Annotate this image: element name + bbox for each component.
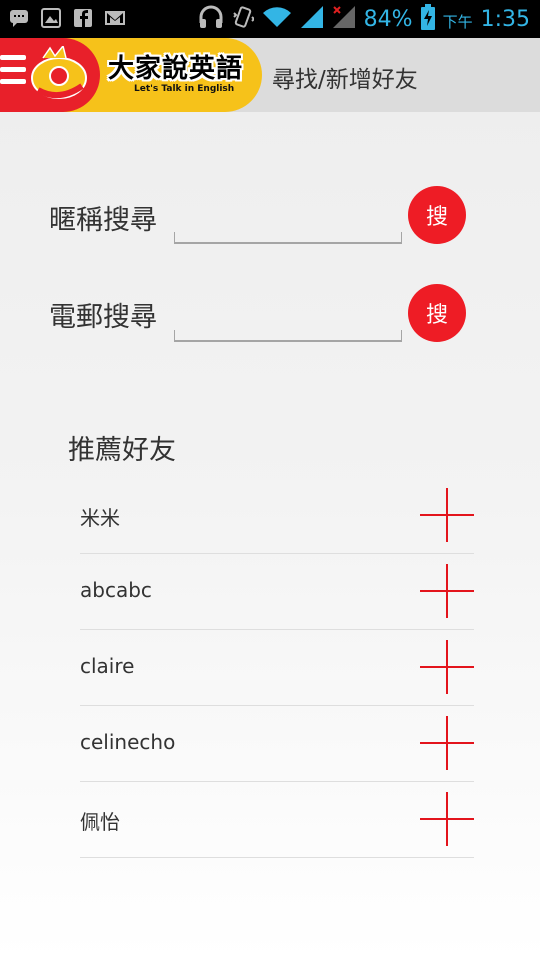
add-friend-icon[interactable] <box>420 488 474 542</box>
status-bar: 84% 下午 1:35 <box>0 0 540 38</box>
clock-time: 1:35 <box>480 6 530 32</box>
nickname-search-label: 暱稱搜尋 <box>49 205 157 236</box>
nickname-search-row: 暱稱搜尋 搜 <box>0 184 540 254</box>
battery-charging-icon <box>420 4 435 34</box>
email-search-row: 電郵搜尋 搜 <box>0 283 540 353</box>
brand-subtitle: Let's Talk in English <box>134 84 235 94</box>
recommended-friends-list: 米米 abcabc claire celinecho 佩怡 <box>80 478 474 858</box>
gmail-notification-icon <box>104 7 126 29</box>
nickname-search-button[interactable]: 搜 <box>408 186 466 244</box>
recommended-friends-title: 推薦好友 <box>68 435 176 466</box>
friend-name: claire <box>80 654 135 678</box>
nickname-search-input[interactable] <box>174 232 402 244</box>
friend-name: abcabc <box>80 578 152 602</box>
brand-title: 大家說英語 <box>108 54 244 84</box>
hot-words-badge-icon <box>28 44 90 104</box>
signal-icon <box>300 5 324 33</box>
friend-name: 佩怡 <box>80 810 120 834</box>
list-item: celinecho <box>80 706 474 782</box>
chat-notification-icon <box>8 7 30 29</box>
add-friend-icon[interactable] <box>420 640 474 694</box>
vibrate-icon <box>232 5 256 33</box>
wifi-icon <box>262 5 292 33</box>
battery-percent: 84% <box>363 6 413 32</box>
headphones-icon <box>198 5 224 33</box>
menu-icon[interactable] <box>0 55 26 95</box>
system-status-icons: 84% 下午 1:35 <box>198 4 530 34</box>
page-title: 尋找/新增好友 <box>272 67 418 93</box>
gallery-notification-icon <box>40 7 62 29</box>
add-friend-icon[interactable] <box>420 792 474 846</box>
list-item: claire <box>80 630 474 706</box>
list-item: 佩怡 <box>80 782 474 858</box>
friend-name: celinecho <box>80 730 176 754</box>
email-search-label: 電郵搜尋 <box>49 302 157 333</box>
add-friend-icon[interactable] <box>420 564 474 618</box>
friend-name: 米米 <box>80 506 120 530</box>
list-item: 米米 <box>80 478 474 554</box>
clock-ampm: 下午 <box>442 12 473 31</box>
list-item: abcabc <box>80 554 474 630</box>
notification-icons <box>8 7 126 29</box>
no-signal-icon <box>332 5 356 33</box>
email-search-button[interactable]: 搜 <box>408 284 466 342</box>
email-search-input[interactable] <box>174 330 402 342</box>
facebook-notification-icon <box>72 7 94 29</box>
brand-logo: 大家說英語 Let's Talk in English <box>0 38 262 112</box>
add-friend-icon[interactable] <box>420 716 474 770</box>
app-header: 大家說英語 Let's Talk in English 尋找/新增好友 <box>0 38 540 112</box>
